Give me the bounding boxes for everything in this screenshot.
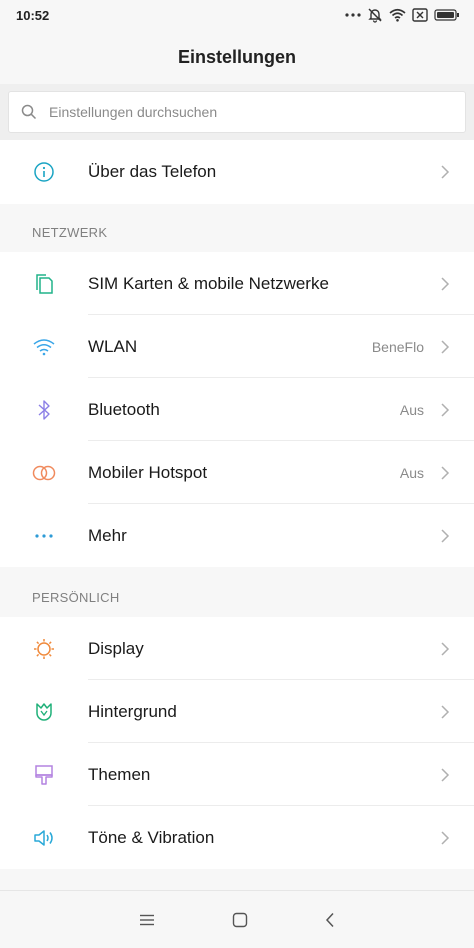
chevron-right-icon <box>440 767 452 783</box>
settings-row-sounds[interactable]: Töne & Vibration <box>0 806 474 869</box>
chevron-right-icon <box>440 465 452 481</box>
navigation-bar <box>0 890 474 948</box>
section-header-network: NETZWERK <box>0 204 474 252</box>
row-label: Mobiler Hotspot <box>88 462 208 482</box>
brush-icon <box>32 763 56 787</box>
tulip-icon <box>32 700 56 724</box>
row-label: SIM Karten & mobile Netzwerke <box>88 273 329 293</box>
bluetooth-icon <box>32 398 56 422</box>
page-title: Einstellungen <box>177 46 296 67</box>
status-icons <box>345 7 460 23</box>
title-bar: Einstellungen <box>0 30 474 84</box>
row-label: Hintergrund <box>88 701 177 721</box>
settings-row-display[interactable]: Display <box>0 617 474 680</box>
row-label: Mehr <box>88 525 127 545</box>
row-value: BeneFlo <box>371 338 424 355</box>
sim-x-icon <box>412 8 428 22</box>
row-value: Aus <box>399 401 424 418</box>
row-label: Bluetooth <box>88 399 160 419</box>
status-time: 10:52 <box>16 7 50 23</box>
settings-row-about-phone[interactable]: Über das Telefon <box>0 140 474 204</box>
battery-icon <box>434 9 460 21</box>
wifi-icon <box>389 8 406 22</box>
speaker-icon <box>32 826 56 850</box>
hotspot-icon <box>32 461 56 485</box>
row-label: Themen <box>88 764 151 784</box>
row-label: WLAN <box>88 336 138 356</box>
chevron-right-icon <box>440 402 452 418</box>
network-group: SIM Karten & mobile Netzwerke WLAN BeneF… <box>0 252 474 567</box>
search-icon <box>21 104 37 120</box>
more-dots-icon <box>32 524 56 548</box>
chevron-right-icon <box>440 830 452 846</box>
search-input[interactable] <box>49 104 429 120</box>
settings-row-wallpaper[interactable]: Hintergrund <box>0 680 474 743</box>
info-icon <box>32 160 56 184</box>
search-box[interactable] <box>8 91 466 133</box>
settings-row-wlan[interactable]: WLAN BeneFlo <box>0 315 474 378</box>
silent-bell-icon <box>367 7 383 23</box>
chevron-right-icon <box>440 528 452 544</box>
home-icon[interactable] <box>232 912 248 928</box>
settings-row-bluetooth[interactable]: Bluetooth Aus <box>0 378 474 441</box>
search-container <box>0 84 474 140</box>
row-value: Aus <box>399 464 424 481</box>
row-label: Display <box>88 638 144 658</box>
menu-icon[interactable] <box>139 914 155 926</box>
chevron-right-icon <box>440 339 452 355</box>
sim-cards-icon <box>32 272 56 296</box>
sun-icon <box>32 637 56 661</box>
settings-row-hotspot[interactable]: Mobiler Hotspot Aus <box>0 441 474 504</box>
section-header-personal: PERSÖNLICH <box>0 569 474 617</box>
status-bar: 10:52 <box>0 0 474 30</box>
top-group: Über das Telefon <box>0 140 474 204</box>
settings-row-sim-cards[interactable]: SIM Karten & mobile Netzwerke <box>0 252 474 315</box>
more-dots-icon <box>345 12 361 18</box>
settings-row-themes[interactable]: Themen <box>0 743 474 806</box>
row-label: Töne & Vibration <box>88 827 215 847</box>
chevron-right-icon <box>440 164 452 180</box>
back-icon[interactable] <box>325 912 335 928</box>
chevron-right-icon <box>440 704 452 720</box>
chevron-right-icon <box>440 641 452 657</box>
chevron-right-icon <box>440 276 452 292</box>
personal-group: Display Hintergrund Themen Töne & Vibrat… <box>0 617 474 869</box>
settings-row-more[interactable]: Mehr <box>0 504 474 567</box>
row-label: Über das Telefon <box>88 162 217 181</box>
wifi-icon <box>32 335 56 359</box>
